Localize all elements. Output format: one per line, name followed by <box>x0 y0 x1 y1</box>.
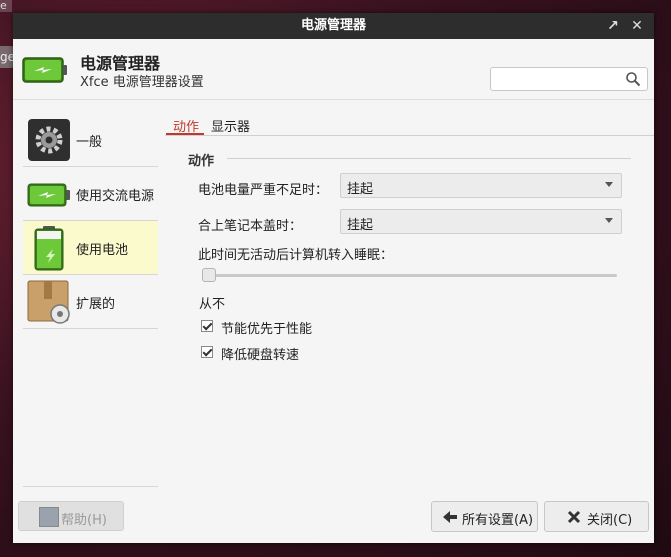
sidebar: 一般 使用交流电源 使用电池 扩展的 <box>23 113 158 500</box>
all-settings-button[interactable]: 所有设置(A) <box>431 501 538 532</box>
header: 电源管理器 Xfce 电源管理器设置 <box>13 39 654 100</box>
tab-display[interactable]: 显示器 <box>211 116 250 135</box>
app-subtitle: Xfce 电源管理器设置 <box>80 75 204 90</box>
sleep-label: 此时间无活动后计算机转入睡眠： <box>198 248 394 263</box>
section-divider <box>227 158 631 159</box>
background-tab-fragment: ge <box>0 46 14 68</box>
close-button-label: 关闭(C) <box>587 513 633 528</box>
sidebar-item-label: 使用电池 <box>76 243 129 258</box>
sleep-slider-track[interactable] <box>205 274 617 277</box>
help-button-label: 帮助(H) <box>61 513 107 528</box>
help-button[interactable]: 帮助(H) <box>18 501 124 531</box>
close-icon <box>567 510 581 524</box>
spin-down-checkbox[interactable] <box>201 346 213 358</box>
titlebar[interactable]: 电源管理器 ↗ ✕ <box>13 13 654 39</box>
battery-icon <box>22 57 67 83</box>
active-tab-indicator <box>166 133 204 135</box>
power-manager-window: 电源管理器 ↗ ✕ 电源管理器 Xfce 电源管理器设置 一般 使用交流电源 使… <box>13 13 654 543</box>
ac-power-icon <box>27 183 70 207</box>
maximize-icon[interactable]: ↗ <box>602 13 624 39</box>
power-saving-label: 节能优先于性能 <box>221 322 313 337</box>
package-settings-icon <box>27 280 70 324</box>
lid-close-combo[interactable]: 挂起 <box>340 209 622 234</box>
tab-bar: 动作 显示器 <box>165 113 654 136</box>
sleep-slider-handle[interactable] <box>202 268 216 282</box>
battery-icon <box>34 226 64 271</box>
search-box[interactable] <box>490 67 648 91</box>
content-panel: 动作 显示器 动作 电池电量严重不足时： 挂起 合上笔记本盖时： 挂起 此时间无… <box>165 113 654 500</box>
close-button[interactable]: 关闭(C) <box>544 501 649 532</box>
combo-value: 挂起 <box>347 218 374 233</box>
all-settings-label: 所有设置(A) <box>462 513 534 528</box>
sidebar-item-label: 扩展的 <box>76 297 116 312</box>
sidebar-item-battery[interactable]: 使用电池 <box>23 221 158 275</box>
chevron-down-icon <box>605 218 613 223</box>
sidebar-item-label: 使用交流电源 <box>76 189 155 204</box>
search-input[interactable] <box>495 69 624 91</box>
critical-battery-combo[interactable]: 挂起 <box>340 173 622 198</box>
sidebar-item-general[interactable]: 一般 <box>23 113 158 167</box>
background-text-fragment: e <box>0 0 12 12</box>
lid-close-label: 合上笔记本盖时： <box>198 219 303 234</box>
help-icon <box>39 507 59 527</box>
sidebar-divider <box>23 486 158 487</box>
spin-down-label: 降低硬盘转速 <box>221 348 300 363</box>
window-title: 电源管理器 <box>300 18 366 33</box>
close-icon[interactable]: ✕ <box>626 13 648 39</box>
section-title: 动作 <box>188 154 215 169</box>
sidebar-item-label: 一般 <box>76 135 103 150</box>
sidebar-item-extended[interactable]: 扩展的 <box>23 275 158 329</box>
sleep-slider-value: 从不 <box>199 297 226 312</box>
gear-icon <box>28 119 70 161</box>
sidebar-item-ac-power[interactable]: 使用交流电源 <box>23 167 158 221</box>
combo-value: 挂起 <box>347 182 374 197</box>
back-arrow-icon <box>443 511 457 523</box>
chevron-down-icon <box>605 182 613 187</box>
critical-battery-label: 电池电量严重不足时： <box>198 183 329 198</box>
power-saving-checkbox[interactable] <box>201 320 213 332</box>
search-icon[interactable] <box>625 71 641 87</box>
